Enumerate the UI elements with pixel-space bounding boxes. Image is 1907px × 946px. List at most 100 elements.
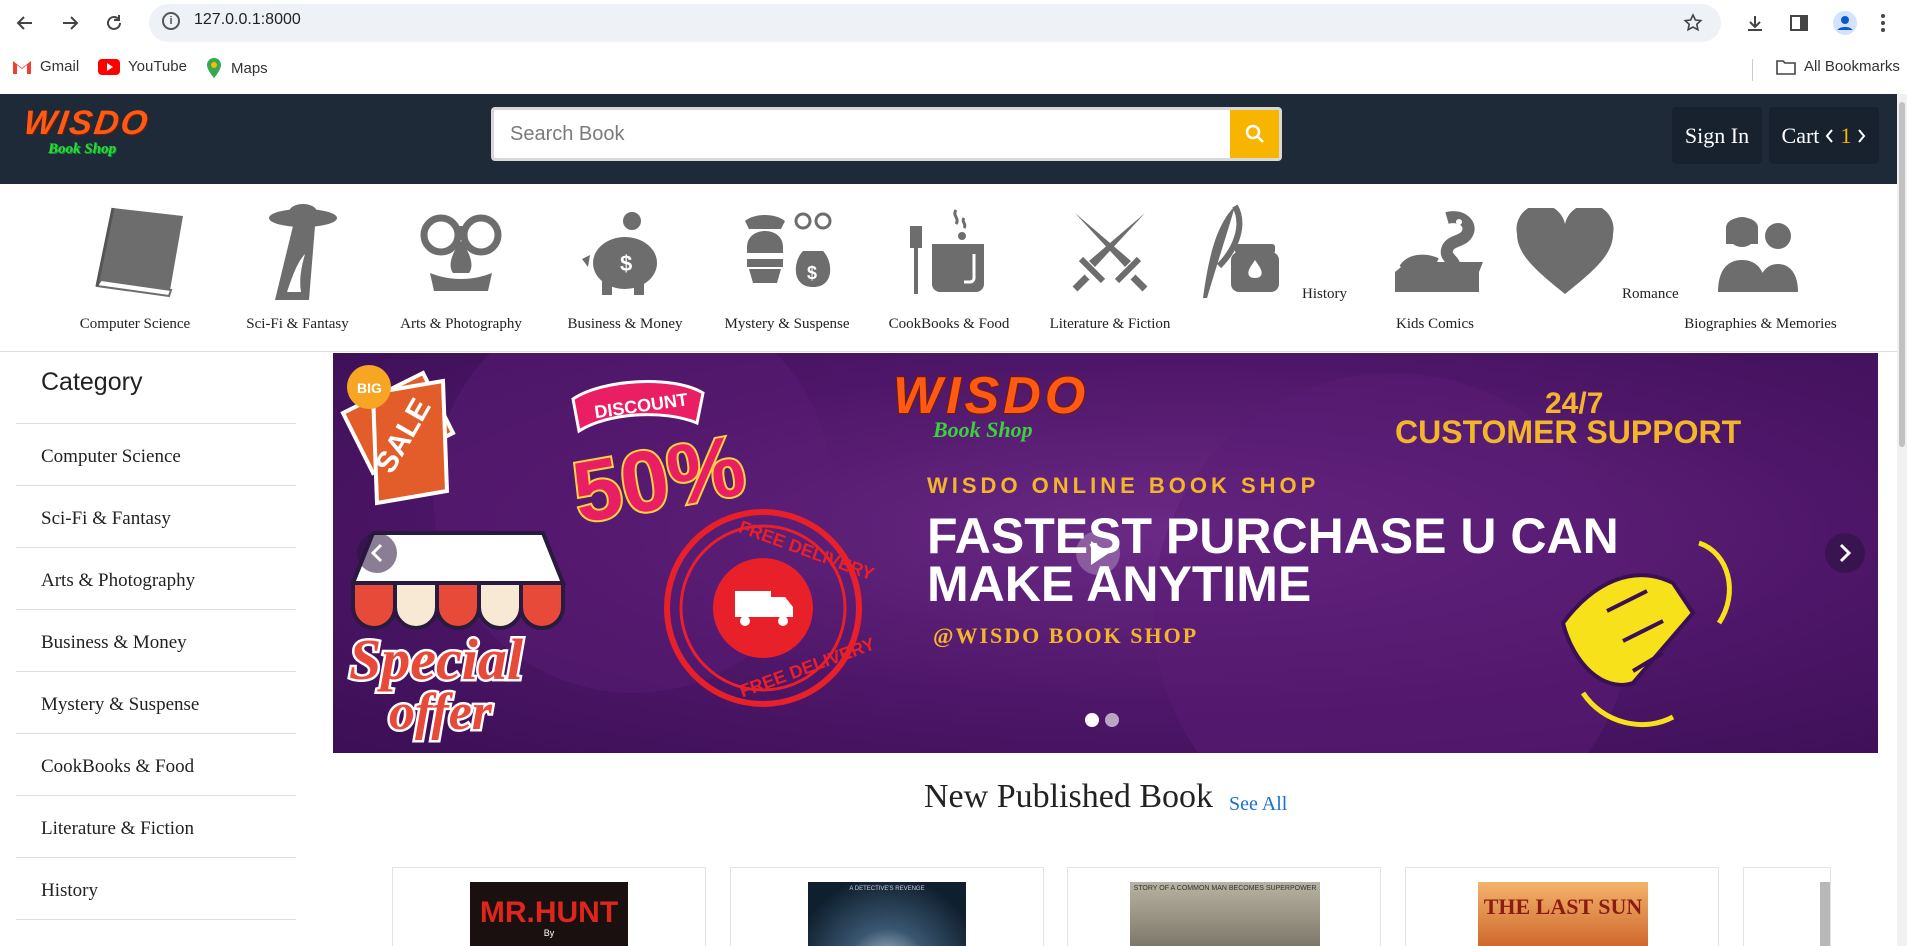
address-bar[interactable]	[149, 4, 1721, 42]
sidebar-item-arts-photography[interactable]: Arts & Photography	[16, 547, 296, 609]
sidebar-divider	[16, 919, 296, 946]
carousel-indicator-1[interactable]	[1085, 713, 1099, 727]
bookmark-youtube[interactable]: YouTube	[98, 58, 187, 75]
bookmark-gmail[interactable]: Gmail	[12, 58, 79, 75]
category-mystery-suspense[interactable]: $ Mystery & Suspense	[717, 184, 857, 352]
book-card[interactable]: A DETECTIVE'S REVENGE	[730, 867, 1044, 946]
carousel-next-button[interactable]	[1825, 533, 1865, 573]
detective-icon: $	[732, 202, 842, 302]
youtube-icon	[98, 58, 120, 75]
search-button[interactable]	[1230, 110, 1279, 158]
sidebar-item-computer-science[interactable]: Computer Science	[16, 423, 296, 485]
svg-text:MAKE ANYTIME: MAKE ANYTIME	[927, 556, 1311, 612]
sidebar-item-mystery-suspense[interactable]: Mystery & Suspense	[16, 671, 296, 733]
book-cover[interactable]: STORY OF A COMMON MAN BECOMES SUPERPOWER	[1130, 882, 1320, 946]
category-biographies-memories[interactable]: Biographies & Memories	[1678, 184, 1843, 352]
ufo-icon	[243, 202, 353, 302]
sidebar-item-literature-fiction[interactable]: Literature & Fiction	[16, 795, 296, 857]
bookmark-maps[interactable]: Maps	[205, 58, 268, 78]
cart-label: Cart	[1781, 122, 1820, 148]
cart-button[interactable]: Cart 1	[1769, 107, 1879, 164]
new-published-heading: New Published Book	[924, 778, 1213, 815]
cart-count: 1	[1840, 122, 1852, 148]
sidebar-item-history[interactable]: History	[16, 857, 296, 919]
category-business-money[interactable]: $ Business & Money	[557, 184, 693, 352]
carousel-prev-button[interactable]	[357, 533, 397, 573]
site-info-icon[interactable]: i	[162, 12, 180, 30]
gmail-icon	[13, 60, 31, 74]
svg-text:WISDO ONLINE BOOK SHOP: WISDO ONLINE BOOK SHOP	[927, 473, 1319, 498]
category-cookbooks-food[interactable]: CookBooks & Food	[880, 184, 1018, 352]
forward-icon[interactable]	[57, 10, 83, 36]
category-sci-fi-fantasy[interactable]: Sci-Fi & Fantasy	[230, 184, 365, 352]
heart-icon	[1510, 202, 1620, 302]
chevron-left-icon	[1826, 128, 1834, 143]
scrollbar-thumb[interactable]	[1899, 102, 1905, 447]
category-computer-science[interactable]: Computer Science	[65, 184, 205, 352]
back-icon[interactable]	[12, 10, 38, 36]
piggy-bank-icon: $	[570, 202, 680, 302]
bookmarks-bar: Gmail YouTube Maps All Bookmarks	[0, 46, 1907, 94]
book-card[interactable]: STORY OF A COMMON MAN BECOMES SUPERPOWER	[1067, 867, 1381, 946]
quill-ink-icon	[1187, 202, 1297, 302]
book-card[interactable]	[1743, 867, 1831, 946]
category-sidebar: Category Computer Science Sci-Fi & Fanta…	[16, 352, 296, 946]
maps-icon	[207, 58, 221, 78]
snake-books-icon	[1380, 202, 1490, 302]
crossed-swords-icon	[1055, 202, 1165, 302]
page-scrollbar[interactable]	[1897, 94, 1907, 946]
svg-text:@WISDO BOOK SHOP: @WISDO BOOK SHOP	[933, 623, 1198, 648]
sale-tag-graphic: BIG SALE	[340, 365, 456, 506]
site-logo[interactable]: WISDO Book Shop	[21, 104, 156, 162]
all-bookmarks[interactable]: All Bookmarks	[1776, 58, 1900, 75]
svg-text:offer: offer	[389, 684, 493, 741]
mask-icon	[406, 202, 516, 302]
chevron-right-icon	[1858, 128, 1866, 143]
chevron-right-icon	[1839, 543, 1852, 563]
category-romance[interactable]: Romance	[1510, 184, 1680, 352]
search-input[interactable]	[494, 110, 1231, 158]
search-bar	[491, 107, 1282, 161]
sidebar-title: Category	[41, 368, 143, 396]
carousel-indicator-2[interactable]	[1105, 713, 1119, 727]
bookmarks-separator	[1752, 59, 1753, 81]
download-icon[interactable]	[1742, 10, 1768, 36]
category-arts-photography[interactable]: Arts & Photography	[391, 184, 531, 352]
people-icon	[1706, 202, 1816, 302]
side-panel-icon[interactable]	[1786, 10, 1812, 36]
book-cover[interactable]: MR.HUNT By	[470, 882, 628, 946]
category-kids-comics[interactable]: Kids Comics	[1365, 184, 1505, 352]
svg-text:CUSTOMER SUPPORT: CUSTOMER SUPPORT	[1395, 414, 1742, 450]
book-cover[interactable]: THE LAST SUN	[1478, 882, 1648, 946]
sidebar-item-business-money[interactable]: Business & Money	[16, 609, 296, 671]
svg-text:BIG: BIG	[357, 380, 382, 396]
book-card[interactable]: MR.HUNT By	[392, 867, 706, 946]
category-literature-fiction[interactable]: Literature & Fiction	[1040, 184, 1180, 352]
profile-avatar-icon[interactable]	[1832, 10, 1858, 36]
category-history[interactable]: History	[1200, 184, 1360, 352]
folder-icon	[1776, 59, 1796, 75]
category-icon-bar: Computer Science Sci-Fi & Fantasy Arts &…	[0, 184, 1897, 352]
chevron-left-icon	[370, 543, 383, 563]
book-card[interactable]: THE LAST SUN	[1405, 867, 1719, 946]
menu-dots-icon[interactable]	[1870, 10, 1896, 36]
sidebar-item-sci-fi-fantasy[interactable]: Sci-Fi & Fantasy	[16, 485, 296, 547]
star-icon[interactable]	[1680, 10, 1706, 36]
promo-carousel[interactable]: BIG SALE DISCOUNT 50% FREE DELIVERY FREE…	[333, 353, 1878, 753]
sidebar-item-cookbooks-food[interactable]: CookBooks & Food	[16, 733, 296, 795]
reload-icon[interactable]	[101, 10, 127, 36]
svg-text:$: $	[620, 251, 632, 276]
book-cover[interactable]	[1820, 882, 1830, 946]
banner-logo: WISDO Book Shop	[892, 366, 1086, 442]
url-text[interactable]: 127.0.0.1:8000	[194, 11, 301, 29]
book-icon	[80, 202, 190, 302]
browser-toolbar: i 127.0.0.1:8000	[0, 0, 1907, 46]
banner-artwork: BIG SALE DISCOUNT 50% FREE DELIVERY FREE…	[340, 353, 1742, 753]
book-cover[interactable]: A DETECTIVE'S REVENGE	[808, 882, 966, 946]
site-header: WISDO Book Shop Sign In Cart 1	[0, 94, 1897, 184]
svg-text:Book Shop: Book Shop	[932, 417, 1033, 442]
search-icon	[1245, 124, 1264, 143]
cooking-pot-icon	[894, 202, 1004, 302]
sign-in-button[interactable]: Sign In	[1672, 107, 1762, 164]
see-all-link[interactable]: See All	[1229, 793, 1287, 816]
